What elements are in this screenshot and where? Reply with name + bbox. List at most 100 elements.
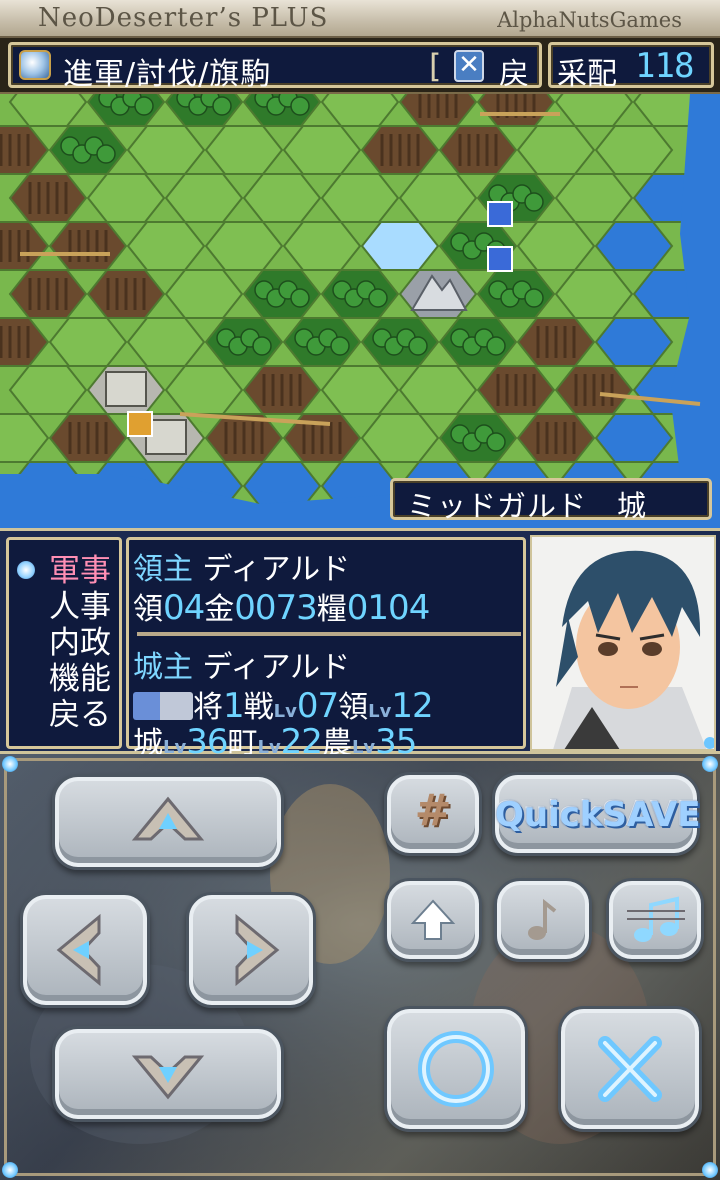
tree-icon <box>134 96 154 116</box>
hex-tile[interactable] <box>0 125 50 175</box>
hex-tile[interactable] <box>320 94 400 127</box>
crystal-icon <box>19 50 51 80</box>
arrow-up-icon <box>131 796 205 841</box>
hex-tile[interactable] <box>48 317 128 367</box>
hex-tile[interactable] <box>204 221 284 271</box>
cancel-button[interactable] <box>558 1006 702 1132</box>
dpad-right-button[interactable] <box>186 892 316 1008</box>
tree-icon <box>252 336 272 356</box>
hex-tile[interactable] <box>594 125 674 175</box>
hex-tile[interactable] <box>282 125 362 175</box>
hex-tile[interactable] <box>164 269 244 319</box>
hex-tile[interactable] <box>320 173 400 223</box>
hex-tile[interactable] <box>0 221 50 271</box>
hex-tile[interactable] <box>8 365 88 415</box>
command-points-label: 采配 <box>557 57 617 92</box>
hex-map-canvas[interactable] <box>0 94 720 528</box>
dpad-left-button[interactable] <box>20 892 150 1008</box>
unit-marker[interactable] <box>487 201 513 227</box>
x-box-icon[interactable]: ✕ <box>454 50 484 82</box>
hex-tile[interactable] <box>516 125 596 175</box>
command-menu: 軍事 人事 内政 機能 戻る <box>6 537 122 749</box>
lord-name: ディアルド <box>202 552 351 587</box>
command-bar: 進軍/討伐/旗駒 [ ✕ 戻 采配 118 <box>0 38 720 94</box>
menu-item-function[interactable]: 機能 <box>49 662 111 696</box>
title-bar: NeoDeserter’s PLUS AlphaNutsGames <box>0 0 720 38</box>
developer-name: AlphaNutsGames <box>497 8 682 32</box>
hex-tile[interactable] <box>8 94 88 127</box>
hex-tile[interactable] <box>320 365 400 415</box>
command-mode-panel: 進軍/討伐/旗駒 [ ✕ 戻 <box>8 42 542 92</box>
sound-button[interactable] <box>494 878 592 962</box>
tree-icon <box>524 288 544 308</box>
hex-tile[interactable] <box>554 269 634 319</box>
hex-tile[interactable] <box>0 317 50 367</box>
hex-tile[interactable] <box>360 221 440 271</box>
corner-gem <box>702 756 718 772</box>
tree-icon <box>408 336 428 356</box>
virtual-controller: # QuickSAVE <box>0 754 720 1180</box>
quicksave-button[interactable]: QuickSAVE <box>492 772 701 856</box>
tree-icon <box>330 336 350 356</box>
status-panel: 領主 ディアルド 領04金0073糧0104 城主 ディアルド 将1戦Lv07領… <box>126 537 526 762</box>
hex-tile[interactable] <box>126 317 206 367</box>
ok-button[interactable] <box>384 1006 528 1132</box>
info-panel: 軍事 人事 内政 機能 戻る 領主 ディアルド 領04金0073糧0104 城主… <box>0 528 720 762</box>
bgm-button[interactable] <box>606 878 704 962</box>
hex-tile[interactable] <box>554 94 634 127</box>
hex-tile[interactable] <box>398 173 478 223</box>
gold-value: 0073 <box>234 588 318 628</box>
menu-item-military[interactable]: 軍事 <box>49 554 111 588</box>
location-label: ミッドガルド 城 <box>390 478 712 523</box>
hex-tile[interactable] <box>360 413 440 463</box>
army-unit-icon <box>133 692 193 720</box>
hex-map[interactable] <box>0 94 720 528</box>
tree-icon <box>290 288 310 308</box>
arrow-right-icon <box>235 913 280 987</box>
unit-marker[interactable] <box>127 411 153 437</box>
food-value: 0104 <box>346 588 431 628</box>
command-points-value: 118 <box>635 46 694 86</box>
corner-gem <box>2 1162 18 1178</box>
divider <box>137 632 521 636</box>
hex-tile[interactable] <box>516 221 596 271</box>
castle-lord-line: 城主 ディアルド <box>133 650 351 685</box>
hex-tile[interactable] <box>204 125 284 175</box>
castle-icon[interactable] <box>105 371 147 407</box>
hex-tile[interactable] <box>554 173 634 223</box>
hex-tile[interactable] <box>282 221 362 271</box>
resources-line: 領04金0073糧0104 <box>133 588 431 628</box>
menu-item-back[interactable]: 戻る <box>49 698 111 732</box>
hex-tile[interactable] <box>86 173 166 223</box>
dpad-down-button[interactable] <box>52 1026 284 1122</box>
tree-icon <box>524 192 544 212</box>
arrow-left-icon <box>56 913 101 987</box>
hex-tile[interactable] <box>594 221 674 271</box>
tree-icon <box>486 432 506 452</box>
unit-marker[interactable] <box>487 246 513 272</box>
tree-icon <box>290 96 310 116</box>
castle-lord-name: ディアルド <box>202 650 351 685</box>
scroll-up-button[interactable] <box>384 878 482 962</box>
hex-tile[interactable] <box>0 413 50 463</box>
hex-tile[interactable] <box>242 173 322 223</box>
hex-tile[interactable] <box>594 317 674 367</box>
tree-icon <box>212 96 232 116</box>
hex-tile[interactable] <box>126 221 206 271</box>
hex-tile[interactable] <box>126 125 206 175</box>
note-icon <box>528 898 557 940</box>
tree-icon <box>96 144 116 164</box>
hex-tile[interactable] <box>594 413 674 463</box>
arrow-down-icon <box>131 1055 205 1100</box>
command-points-panel: 采配 118 <box>548 42 714 92</box>
lord-portrait <box>530 535 716 751</box>
back-button[interactable]: 戻 <box>499 49 529 93</box>
menu-item-domestic[interactable]: 内政 <box>49 626 111 660</box>
hex-tile[interactable] <box>164 173 244 223</box>
hex-tile[interactable] <box>164 365 244 415</box>
dpad-up-button[interactable] <box>52 774 284 870</box>
menu-item-personnel[interactable]: 人事 <box>49 590 111 624</box>
hex-tile[interactable] <box>398 365 478 415</box>
hash-button[interactable]: # <box>384 772 482 856</box>
command-mode-text: 進軍/討伐/旗駒 <box>63 57 272 92</box>
